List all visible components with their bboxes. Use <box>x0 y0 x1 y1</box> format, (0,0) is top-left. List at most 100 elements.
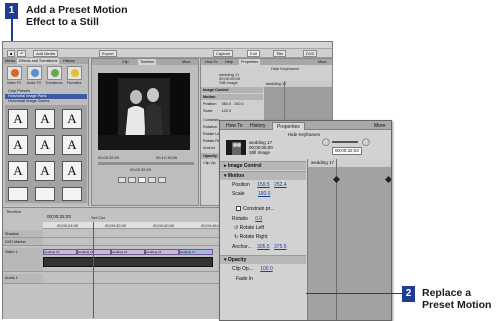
video-fx-icon[interactable] <box>7 66 22 80</box>
preset-thumbnail[interactable]: A <box>62 161 82 181</box>
hide-keyframes-back[interactable]: Hide Keyframes <box>271 66 299 71</box>
position-label-back: Position <box>203 102 217 106</box>
rotation-label-back: Rotation <box>203 125 218 129</box>
preset-thumbnail[interactable]: A <box>8 109 28 129</box>
rotate-right-button[interactable]: ↻ Rotate Right <box>220 233 306 242</box>
motion-row[interactable]: ▾ Motion <box>220 171 306 180</box>
position-label: Position <box>232 182 250 188</box>
save-icon[interactable]: ■ <box>7 50 16 57</box>
anchor-y-value[interactable]: 375.5 <box>274 244 287 250</box>
set-cue-button[interactable]: Set Cue <box>91 215 105 220</box>
position-x-back[interactable]: 360.0 <box>222 102 232 106</box>
tab-how-to[interactable]: How To <box>222 122 247 130</box>
transitions-icon[interactable] <box>47 66 62 80</box>
step-1-line2: Effect to a Still <box>26 16 99 28</box>
step-forward-icon[interactable] <box>148 177 156 183</box>
monitor-more-menu[interactable]: More <box>180 59 193 65</box>
timeline-tab[interactable]: Timeline <box>6 209 21 214</box>
tab-history[interactable]: History <box>61 58 77 64</box>
position-y-value[interactable]: 252.4 <box>274 182 287 188</box>
clip-opacity-label: Clip Op... <box>232 266 253 272</box>
timeline-clip[interactable]: wedding 16 <box>145 249 179 255</box>
motion-row-back[interactable]: Motion <box>201 94 263 100</box>
track-label: Video 1 <box>3 248 43 271</box>
effect-category-icons: Video FX Audio FX Transitions Favorites <box>3 65 88 87</box>
export-button[interactable]: Export <box>99 50 117 57</box>
dvd-button[interactable]: DVD <box>303 50 318 57</box>
ruler-mark: 00;00;40;00 <box>153 223 175 228</box>
keyframe-marker[interactable] <box>384 175 391 184</box>
tab-properties-back[interactable]: Properties <box>239 59 261 65</box>
step-2-badge: 2 <box>402 286 415 302</box>
clip-thumbnail-strip <box>43 257 213 267</box>
rotation-value[interactable]: 0.0 <box>255 216 262 222</box>
preset-thumbnail[interactable]: A <box>62 135 82 155</box>
preset-thumbnail[interactable] <box>62 187 82 201</box>
rewind-icon[interactable] <box>118 177 126 183</box>
tab-clip[interactable]: Clip <box>120 59 131 65</box>
timeline-clip[interactable]: wedding 14 <box>77 249 111 255</box>
position-y-back[interactable]: 240.0 <box>234 102 244 106</box>
list-item-horizontal-image-zooms[interactable]: Horizontal Image Zooms <box>5 99 87 104</box>
favorites-icon[interactable] <box>67 66 82 80</box>
clip-opacity-value[interactable]: 100.0 <box>260 266 273 272</box>
fade-in-label: Fade In <box>236 276 253 282</box>
rotate-left-button[interactable]: ↺ Rotate Left <box>220 224 306 233</box>
preset-thumbnail[interactable]: A <box>8 161 28 181</box>
add-media-button[interactable]: Add Media <box>33 50 59 57</box>
title-button[interactable]: Title <box>273 50 287 57</box>
hide-keyframes-button[interactable]: Hide Keyframes <box>288 132 320 138</box>
scale-value-back[interactable]: 120.0 <box>222 109 232 113</box>
preset-thumbnail[interactable]: A <box>8 135 28 155</box>
edit-button[interactable]: Edit <box>247 50 260 57</box>
zoom-in-icon[interactable]: ◯ <box>362 138 370 146</box>
audio-fx-label: Audio FX <box>26 81 42 85</box>
fade-in-button[interactable]: Fade In <box>220 275 306 284</box>
tab-effects-transitions[interactable]: Effects and Transitions <box>17 58 60 64</box>
effects-transitions-panel: Media Effects and Transitions History Vi… <box>3 58 89 206</box>
opacity-label: Opacity <box>227 257 247 263</box>
monitor-scrubber[interactable] <box>98 162 194 165</box>
zoom-slider[interactable] <box>332 141 358 143</box>
preset-thumbnail[interactable]: A <box>35 161 55 181</box>
properties-more-menu[interactable]: More <box>370 122 389 130</box>
anchor-label: Anchor... <box>232 244 252 250</box>
current-time-indicator[interactable] <box>93 222 94 318</box>
scale-value[interactable]: 190.0 <box>258 191 271 197</box>
properties-back-more[interactable]: More <box>316 59 329 65</box>
tab-history-front[interactable]: History <box>246 122 270 130</box>
zoom-out-icon[interactable]: ◯ <box>322 138 330 146</box>
rotate-right-icon: ↻ <box>234 234 239 240</box>
timeline-clip[interactable]: wedding 13 <box>43 249 77 255</box>
position-x-value[interactable]: 159.5 <box>257 182 270 188</box>
image-control-row-back[interactable]: Image Control <box>201 87 263 93</box>
capture-button[interactable]: Capture <box>213 50 234 57</box>
step-2-leader <box>306 293 402 294</box>
timeline-clip[interactable]: wedding 15 <box>111 249 145 255</box>
preset-thumbnail[interactable]: A <box>35 135 55 155</box>
keyframe-marker[interactable] <box>332 175 341 184</box>
opacity-row[interactable]: ▾ Opacity <box>220 255 306 264</box>
tab-media[interactable]: Media <box>3 58 17 64</box>
preset-thumbnail[interactable] <box>35 187 55 201</box>
properties-timecode[interactable]: 00;00;32;03 <box>332 147 362 155</box>
fast-forward-icon[interactable] <box>158 177 166 183</box>
constrain-checkbox[interactable] <box>236 206 241 212</box>
step-back-icon[interactable] <box>128 177 136 183</box>
rotate-right-label: Rotate Right <box>239 234 268 240</box>
constrain-row[interactable]: Constrain pr... <box>220 205 306 214</box>
preset-thumbnail[interactable]: A <box>62 109 82 129</box>
preset-thumbnail[interactable]: A <box>35 109 55 129</box>
tab-how-to-back[interactable]: How To <box>203 59 220 65</box>
tab-properties[interactable]: Properties <box>272 122 305 130</box>
image-control-row[interactable]: ▸ Image Control <box>220 161 306 170</box>
audio-fx-icon[interactable] <box>27 66 42 80</box>
track-label: DVD Marker <box>3 238 43 245</box>
preset-thumbnail[interactable] <box>8 187 28 201</box>
timeline-clip-selected[interactable]: wedding 17 <box>179 249 213 255</box>
tab-help-back[interactable]: Help <box>223 59 235 65</box>
anchor-x-value[interactable]: 305.5 <box>257 244 270 250</box>
tab-timeline-monitor[interactable]: Timeline <box>138 59 157 65</box>
play-icon[interactable] <box>138 177 146 183</box>
undo-icon[interactable]: ↶ <box>17 50 27 57</box>
